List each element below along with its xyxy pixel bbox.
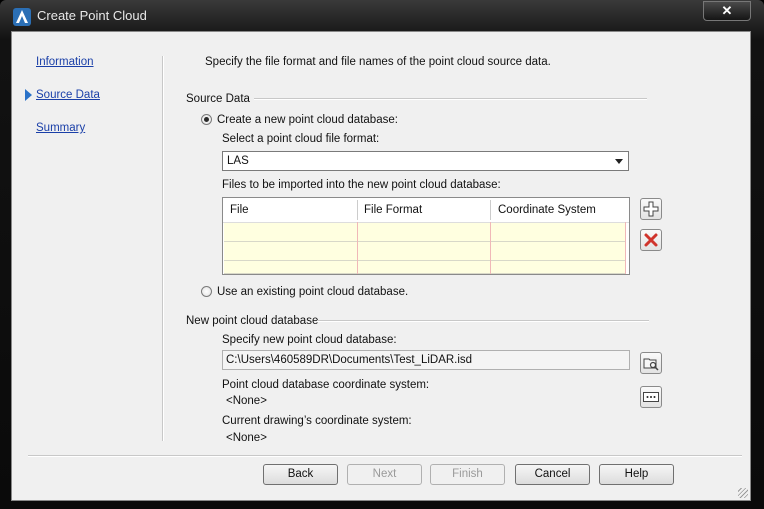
- column-divider: [490, 200, 491, 220]
- table-row[interactable]: [224, 261, 626, 274]
- file-format-dropdown[interactable]: LAS: [222, 151, 629, 171]
- nav-item-information[interactable]: Information: [36, 56, 94, 68]
- select-cs-button[interactable]: [640, 386, 662, 408]
- remove-file-button[interactable]: [640, 229, 662, 251]
- close-icon: ✕: [721, 3, 733, 18]
- drawing-cs-value: <None>: [226, 432, 267, 444]
- cell-divider: [357, 222, 358, 274]
- column-file[interactable]: File: [230, 204, 249, 216]
- dialog-window: Create Point Cloud ✕ Information Source …: [0, 0, 764, 509]
- current-step-arrow-icon: [25, 89, 32, 101]
- radio-new-database-label[interactable]: Create a new point cloud database:: [217, 114, 398, 126]
- radio-existing-database-label[interactable]: Use an existing point cloud database.: [217, 286, 408, 298]
- files-table[interactable]: File File Format Coordinate System: [222, 197, 630, 275]
- radio-existing-database[interactable]: [201, 286, 212, 297]
- column-divider: [357, 200, 358, 220]
- db-path-field[interactable]: C:\Users\460589DR\Documents\Test_LiDAR.i…: [222, 350, 630, 370]
- drawing-cs-label: Current drawing’s coordinate system:: [222, 415, 412, 427]
- cancel-button[interactable]: Cancel: [515, 464, 590, 485]
- delete-x-icon: [644, 233, 658, 247]
- dropdown-arrow-icon: [615, 159, 623, 164]
- db-path-value: C:\Users\460589DR\Documents\Test_LiDAR.i…: [226, 354, 473, 366]
- browse-db-button[interactable]: [640, 352, 662, 374]
- footer-divider: [28, 455, 742, 457]
- source-data-group-label: Source Data: [186, 93, 250, 105]
- table-header: File File Format Coordinate System: [223, 198, 629, 223]
- autocad-app-icon: [13, 8, 31, 26]
- dialog-body: Information Source Data Summary Specify …: [11, 31, 751, 501]
- group-divider: [254, 98, 647, 100]
- table-row[interactable]: [224, 242, 626, 261]
- db-cs-label: Point cloud database coordinate system:: [222, 379, 430, 391]
- plus-icon: [643, 201, 659, 217]
- files-label: Files to be imported into the new point …: [222, 179, 501, 191]
- cell-divider: [625, 222, 626, 274]
- group-divider: [317, 320, 649, 322]
- window-title: Create Point Cloud: [37, 8, 147, 23]
- db-path-label: Specify new point cloud database:: [222, 334, 397, 346]
- browse-folder-icon: [643, 358, 659, 371]
- column-file-format[interactable]: File Format: [364, 204, 422, 216]
- table-row[interactable]: [224, 223, 626, 242]
- title-bar[interactable]: Create Point Cloud ✕: [0, 0, 764, 32]
- ellipsis-icon: [643, 392, 659, 402]
- add-file-button[interactable]: [640, 198, 662, 220]
- help-button[interactable]: Help: [599, 464, 674, 485]
- nav-divider: [162, 56, 164, 441]
- back-button[interactable]: Back: [263, 464, 338, 485]
- nav-item-summary[interactable]: Summary: [36, 122, 85, 134]
- db-cs-value: <None>: [226, 395, 267, 407]
- radio-new-database[interactable]: [201, 114, 212, 125]
- close-button[interactable]: ✕: [703, 1, 751, 21]
- resize-grip-icon[interactable]: [738, 488, 748, 498]
- finish-button[interactable]: Finish: [430, 464, 505, 485]
- format-label: Select a point cloud file format:: [222, 133, 380, 145]
- new-db-group-label: New point cloud database: [186, 315, 319, 327]
- file-format-value: LAS: [227, 155, 249, 167]
- cell-divider: [490, 222, 491, 274]
- next-button[interactable]: Next: [347, 464, 422, 485]
- instructions-text: Specify the file format and file names o…: [205, 56, 551, 68]
- column-coordinate-system[interactable]: Coordinate System: [498, 204, 596, 216]
- nav-item-source-data[interactable]: Source Data: [36, 89, 100, 101]
